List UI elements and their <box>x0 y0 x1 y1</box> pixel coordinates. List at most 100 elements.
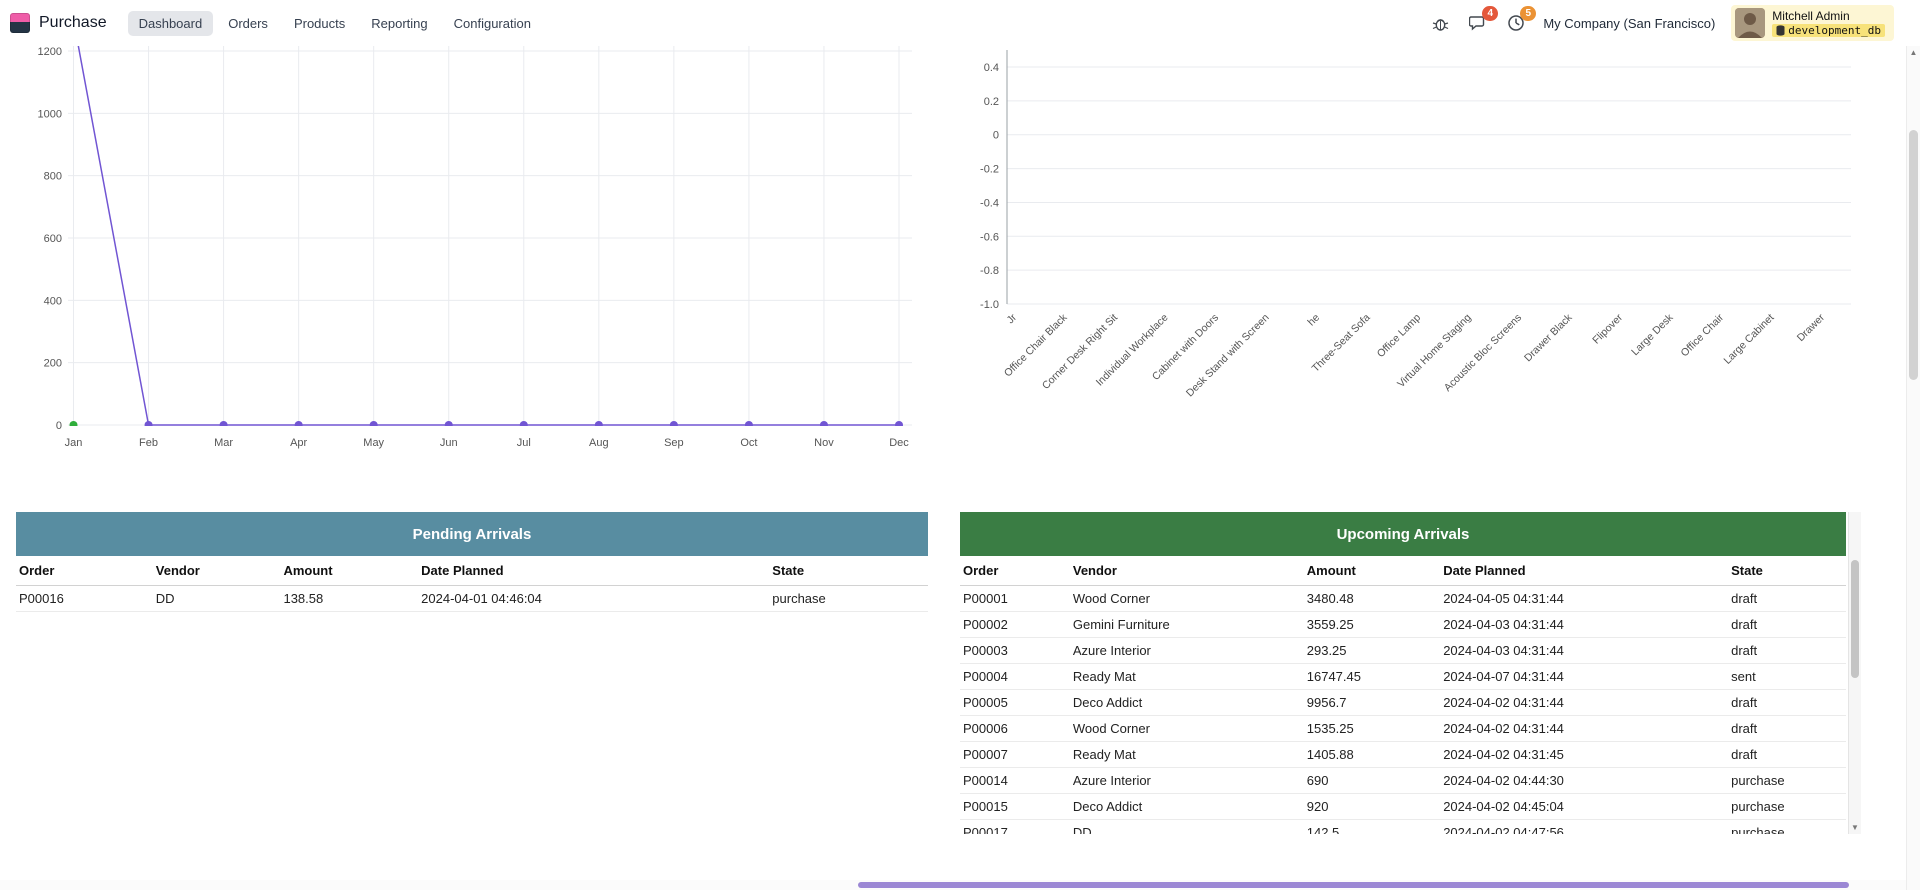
menu-dashboard[interactable]: Dashboard <box>128 11 214 36</box>
svg-text:May: May <box>363 437 384 449</box>
activities-icon[interactable]: 5 <box>1505 12 1527 34</box>
cell: 2024-04-03 04:31:44 <box>1440 643 1728 658</box>
cell: P00005 <box>960 695 1070 710</box>
cell: 3559.25 <box>1304 617 1440 632</box>
menu-products[interactable]: Products <box>283 11 356 36</box>
svg-text:600: 600 <box>44 233 62 245</box>
svg-text:Mar: Mar <box>214 437 233 449</box>
table-row[interactable]: P00015Deco Addict9202024-04-02 04:45:04p… <box>960 794 1846 820</box>
cell: purchase <box>1728 825 1846 834</box>
table-row[interactable]: P00007Ready Mat1405.882024-04-02 04:31:4… <box>960 742 1846 768</box>
cell: sent <box>1728 669 1846 684</box>
column-header-order: Order <box>960 563 1070 578</box>
svg-text:Apr: Apr <box>290 437 307 449</box>
svg-text:Drawer: Drawer <box>1795 311 1828 344</box>
table-row[interactable]: P00016DD138.582024-04-01 04:46:04purchas… <box>16 586 928 612</box>
scroll-up-arrow-icon[interactable]: ▲ <box>1907 48 1920 57</box>
cell: draft <box>1728 721 1846 736</box>
nav-right: 4 5 My Company (San Francisco) Mitchell … <box>1429 5 1910 41</box>
avatar-image <box>1735 8 1765 38</box>
user-menu[interactable]: Mitchell Admin development_db <box>1731 5 1894 41</box>
column-header-state: State <box>1728 563 1846 578</box>
cell: 3480.48 <box>1304 591 1440 606</box>
cell: 2024-04-02 04:45:04 <box>1440 799 1728 814</box>
table-row[interactable]: P00004Ready Mat16747.452024-04-07 04:31:… <box>960 664 1846 690</box>
svg-text:-0.6: -0.6 <box>980 231 999 243</box>
table-row[interactable]: P00014Azure Interior6902024-04-02 04:44:… <box>960 768 1846 794</box>
svg-text:Office Chair: Office Chair <box>1679 311 1727 359</box>
column-header-date-planned: Date Planned <box>1440 563 1728 578</box>
table-row[interactable]: P00001Wood Corner3480.482024-04-05 04:31… <box>960 586 1846 612</box>
table-row[interactable]: P00002Gemini Furniture3559.252024-04-03 … <box>960 612 1846 638</box>
cell: Wood Corner <box>1070 721 1304 736</box>
cell: 9956.7 <box>1304 695 1440 710</box>
app-name[interactable]: Purchase <box>39 14 107 32</box>
cell: Gemini Furniture <box>1070 617 1304 632</box>
cell: P00017 <box>960 825 1070 834</box>
cell: Azure Interior <box>1070 643 1304 658</box>
cell: purchase <box>769 591 928 606</box>
pending-rows: P00016DD138.582024-04-01 04:46:04purchas… <box>16 586 928 612</box>
svg-text:Office Lamp: Office Lamp <box>1375 312 1423 360</box>
page-horizontal-scrollbar[interactable] <box>0 880 1906 890</box>
horizontal-scrollbar-thumb[interactable] <box>858 882 1849 888</box>
cell: Ready Mat <box>1070 669 1304 684</box>
column-header-amount: Amount <box>1304 563 1440 578</box>
cell: 2024-04-05 04:31:44 <box>1440 591 1728 606</box>
purchases-line-chart: JanFebMarAprMayJunJulAugSepOctNovDec0200… <box>12 46 917 466</box>
menu-orders[interactable]: Orders <box>217 11 279 36</box>
nav-left: Purchase Dashboard Orders Products Repor… <box>10 11 542 36</box>
database-name: development_db <box>1788 24 1881 38</box>
scroll-down-arrow-icon[interactable]: ▼ <box>1849 823 1861 832</box>
user-text: Mitchell Admin development_db <box>1772 9 1885 38</box>
avatar <box>1735 8 1765 38</box>
svg-text:Drawer Black: Drawer Black <box>1522 311 1575 364</box>
column-header-vendor: Vendor <box>1070 563 1304 578</box>
svg-text:0: 0 <box>56 420 62 432</box>
activities-badge: 5 <box>1520 6 1536 21</box>
company-switcher[interactable]: My Company (San Francisco) <box>1543 16 1715 31</box>
database-icon <box>1776 25 1785 36</box>
svg-text:Jul: Jul <box>517 437 531 449</box>
upcoming-table-scrollbar[interactable]: ▼ <box>1848 512 1861 834</box>
svg-text:Sep: Sep <box>664 437 684 449</box>
table-row[interactable]: P00003Azure Interior293.252024-04-03 04:… <box>960 638 1846 664</box>
debug-icon[interactable] <box>1429 12 1451 34</box>
pending-arrivals-table: Pending Arrivals OrderVendorAmountDate P… <box>16 512 928 830</box>
svg-text:Flipover: Flipover <box>1590 311 1625 346</box>
upcoming-scrollbar-thumb[interactable] <box>1851 560 1859 678</box>
upcoming-column-headers: OrderVendorAmountDate PlannedState <box>960 556 1846 586</box>
table-row[interactable]: P00006Wood Corner1535.252024-04-02 04:31… <box>960 716 1846 742</box>
bug-icon <box>1432 15 1449 32</box>
svg-text:Aug: Aug <box>589 437 609 449</box>
svg-text:400: 400 <box>44 295 62 307</box>
bar-chart-svg: 0.40.20-0.2-0.4-0.6-0.8-1.0JrOffice Chai… <box>965 46 1860 466</box>
messages-icon[interactable]: 4 <box>1467 12 1489 34</box>
menu-reporting[interactable]: Reporting <box>360 11 438 36</box>
cell: 1405.88 <box>1304 747 1440 762</box>
svg-text:-0.4: -0.4 <box>980 197 999 209</box>
svg-text:he: he <box>1305 312 1322 329</box>
cell: P00007 <box>960 747 1070 762</box>
svg-text:Jan: Jan <box>65 437 83 449</box>
cell: DD <box>1070 825 1304 834</box>
svg-text:Nov: Nov <box>814 437 834 449</box>
page-vertical-scrollbar[interactable]: ▲ <box>1906 46 1920 890</box>
svg-text:Desk Stand with Screen: Desk Stand with Screen <box>1184 312 1272 400</box>
cell: 2024-04-02 04:31:44 <box>1440 695 1728 710</box>
page-scrollbar-thumb[interactable] <box>1909 130 1918 380</box>
apps-grid-icon[interactable] <box>10 13 30 33</box>
cell: Deco Addict <box>1070 799 1304 814</box>
cell: Wood Corner <box>1070 591 1304 606</box>
svg-text:1000: 1000 <box>38 108 62 120</box>
svg-text:200: 200 <box>44 358 62 370</box>
table-row[interactable]: P00005Deco Addict9956.72024-04-02 04:31:… <box>960 690 1846 716</box>
svg-text:Dec: Dec <box>889 437 909 449</box>
cell: P00002 <box>960 617 1070 632</box>
cell: 2024-04-02 04:31:44 <box>1440 721 1728 736</box>
table-row[interactable]: P00017DD142.52024-04-02 04:47:56purchase <box>960 820 1846 834</box>
cell: draft <box>1728 617 1846 632</box>
menu-configuration[interactable]: Configuration <box>443 11 542 36</box>
column-header-amount: Amount <box>280 563 418 578</box>
pending-arrivals-title: Pending Arrivals <box>16 512 928 556</box>
